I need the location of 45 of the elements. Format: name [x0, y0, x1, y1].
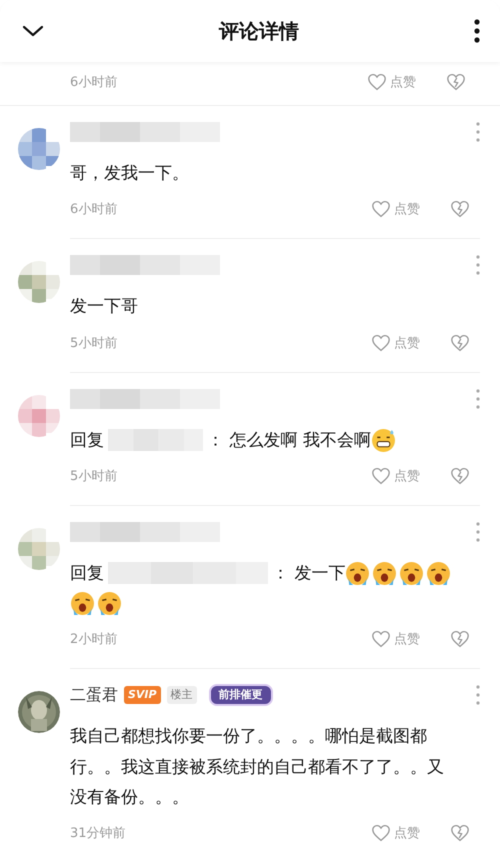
broken-heart-icon[interactable]: [450, 630, 470, 648]
comment-text: ： 发一下: [272, 563, 346, 584]
reply-label: 回复: [70, 430, 104, 450]
comment-time: 6小时前: [70, 74, 118, 91]
like-button[interactable]: 点赞: [371, 200, 420, 218]
medal-badge: 前排催更: [208, 684, 273, 706]
page-title: 评论详情: [219, 18, 299, 44]
collapse-icon[interactable]: [22, 25, 44, 37]
comment-text: 发一下哥: [70, 296, 138, 317]
reply-label: 回复: [70, 563, 104, 584]
crying-emoji-icon: [426, 560, 452, 586]
broken-heart-icon[interactable]: [450, 824, 470, 842]
comment-text: ： 怎么发啊 我不会啊: [207, 430, 371, 450]
heart-icon: [371, 334, 391, 352]
comment-text: 哥，发我一下。: [70, 163, 189, 184]
like-button[interactable]: 点赞: [371, 334, 420, 352]
comment-text: 我自己都想找你要一份了。。。。哪怕是截图都行。。我这直接被系统封的自己都看不了了。。又没有备份。。。: [70, 726, 444, 808]
crying-emoji-icon: [97, 591, 122, 616]
heart-icon: [371, 200, 391, 218]
broken-heart-icon[interactable]: [450, 467, 470, 486]
user-name[interactable]: 二蛋君: [70, 684, 118, 706]
author-badge: 楼主: [166, 686, 197, 704]
heart-icon: [371, 824, 391, 842]
comment-time: 2小时前: [70, 631, 118, 648]
heart-icon: [371, 467, 391, 486]
like-button[interactable]: 点赞: [371, 630, 420, 648]
comment-time: 5小时前: [70, 468, 118, 486]
more-icon[interactable]: [474, 19, 480, 43]
comment-time: 6小时前: [70, 201, 118, 218]
broken-heart-icon[interactable]: [450, 200, 470, 218]
comment-time: 31分钟前: [70, 825, 127, 842]
crying-emoji-icon: [70, 591, 95, 616]
heart-icon: [371, 630, 391, 648]
crying-emoji-icon: [345, 560, 370, 586]
like-button[interactable]: 点赞: [371, 467, 420, 486]
broken-heart-icon[interactable]: [450, 334, 470, 352]
broken-heart-icon[interactable]: [446, 73, 466, 91]
heart-icon: [367, 73, 387, 91]
comment-time: 5小时前: [70, 334, 118, 352]
vip-badge: SVIP: [124, 686, 161, 704]
like-button[interactable]: 点赞: [367, 73, 416, 91]
like-button[interactable]: 点赞: [371, 824, 420, 842]
crying-emoji-icon: [399, 560, 424, 586]
grimace-emoji-icon: [370, 428, 396, 453]
crying-emoji-icon: [372, 560, 398, 586]
